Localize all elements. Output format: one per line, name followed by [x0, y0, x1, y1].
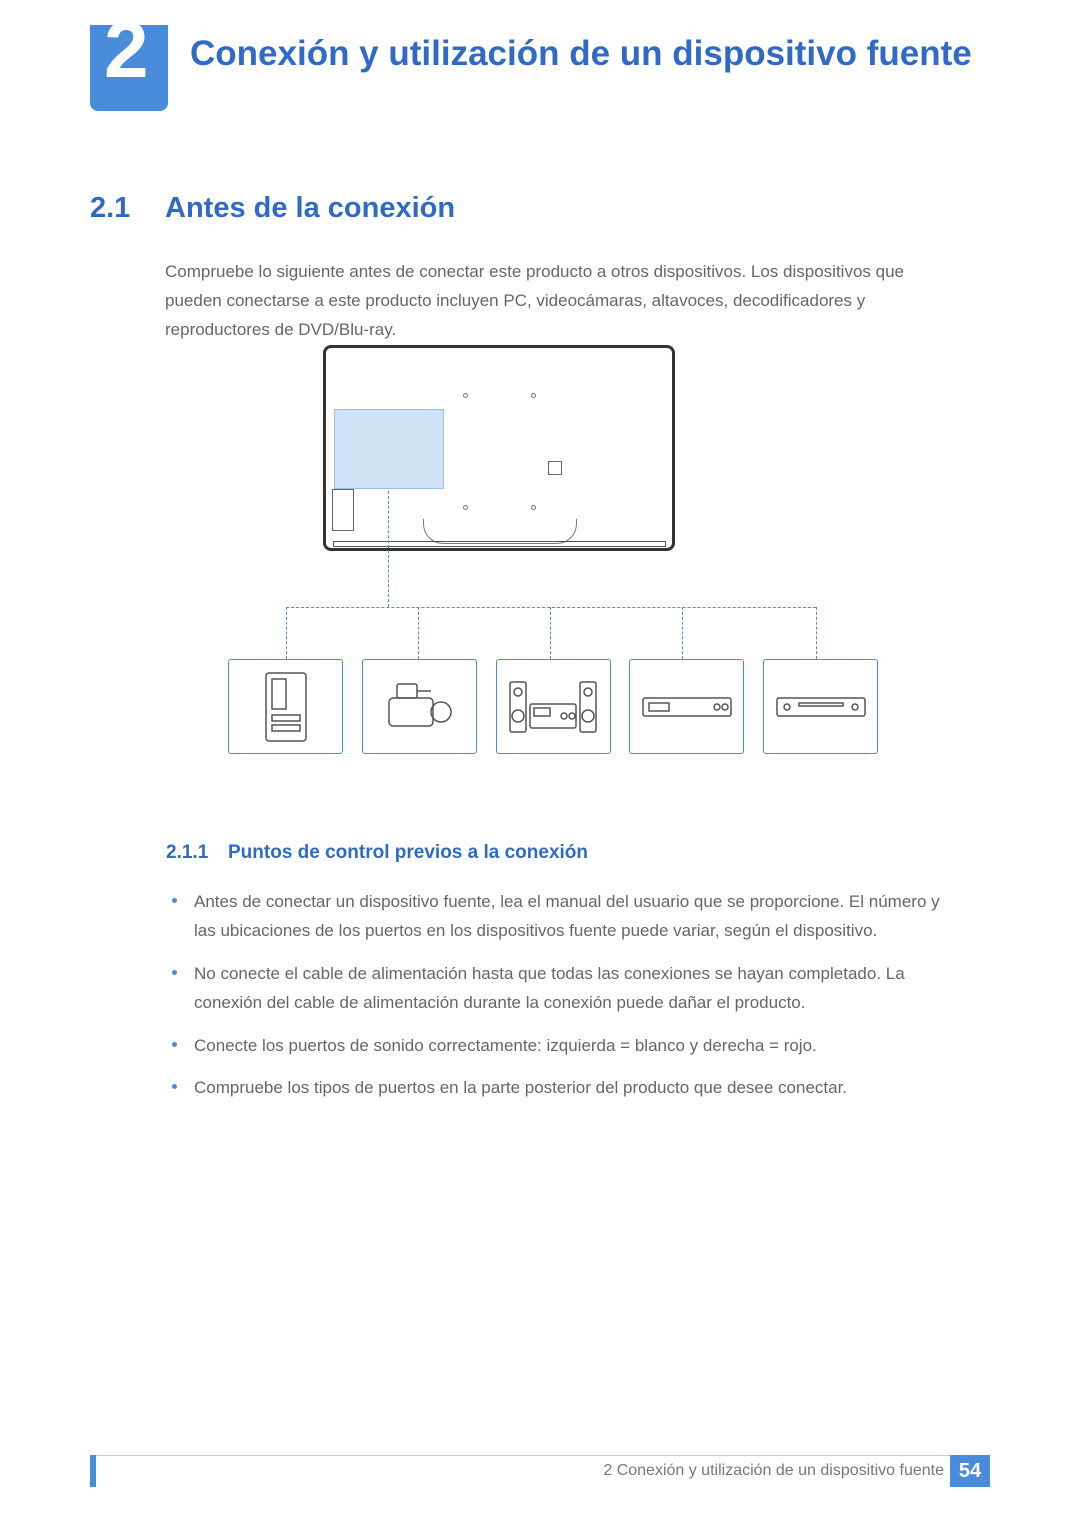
device-speakers-icon [496, 659, 611, 754]
page-footer: 2 Conexión y utilización de un dispositi… [90, 1455, 990, 1487]
section-intro: Compruebe lo siguiente antes de conectar… [165, 258, 965, 345]
device-dvd-icon [763, 659, 878, 754]
device-settopbox-icon [629, 659, 744, 754]
device-pc-icon [228, 659, 343, 754]
list-item: Compruebe los tipos de puertos en la par… [166, 1074, 966, 1103]
checklist: Antes de conectar un dispositivo fuente,… [166, 888, 966, 1117]
subsection-number: 2.1.1 [166, 842, 208, 864]
connector-line [418, 607, 419, 659]
subsection-title: Puntos de control previos a la conexión [228, 842, 588, 864]
chapter-title: Conexión y utilización de un dispositivo… [190, 32, 990, 76]
device-row [228, 659, 878, 754]
manual-page: 2 Conexión y utilización de un dispositi… [0, 0, 1080, 1527]
screw-dot-icon [531, 505, 536, 510]
connector-line [682, 607, 683, 659]
device-camcorder-icon [362, 659, 477, 754]
screw-dot-icon [531, 393, 536, 398]
footer-chapter-label: 2 Conexión y utilización de un dispositi… [603, 1462, 944, 1480]
power-port-icon [332, 489, 354, 531]
screw-dot-icon [463, 393, 468, 398]
list-item: No conecte el cable de alimentación hast… [166, 960, 966, 1018]
list-item: Antes de conectar un dispositivo fuente,… [166, 888, 966, 946]
connector-line [550, 607, 551, 659]
chapter-number: 2 [104, 10, 149, 90]
monitor-base-icon [333, 541, 666, 547]
list-item: Conecte los puertos de sonido correctame… [166, 1032, 966, 1061]
connector-line [388, 491, 389, 607]
connector-line [816, 607, 817, 659]
page-number: 54 [950, 1455, 990, 1487]
connection-diagram [228, 345, 878, 775]
usb-port-icon [548, 461, 562, 475]
connector-line [286, 607, 287, 659]
connector-line [286, 607, 816, 608]
port-panel-highlight [334, 409, 444, 489]
section-number: 2.1 [90, 192, 130, 225]
screw-dot-icon [463, 505, 468, 510]
section-title: Antes de la conexión [165, 192, 455, 225]
